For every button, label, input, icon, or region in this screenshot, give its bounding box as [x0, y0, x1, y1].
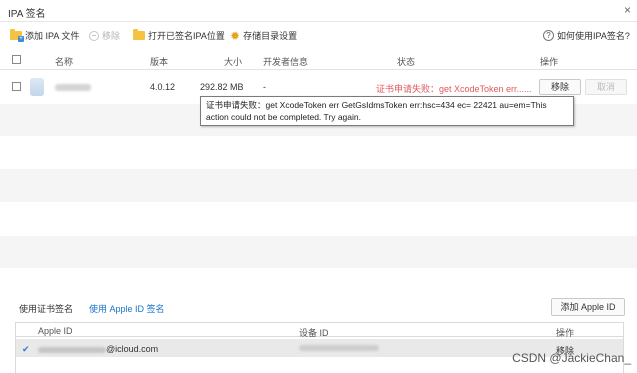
row-remove-button[interactable]: 移除: [539, 79, 581, 95]
header-size: 大小: [224, 57, 243, 67]
email-redacted: [38, 346, 106, 353]
window-title: IPA 签名: [8, 9, 46, 20]
folder-icon: [133, 29, 145, 40]
app-name-redacted: [55, 84, 91, 91]
header-device-id: 设备 ID: [299, 328, 329, 338]
help-label: 如何使用IPA签名?: [557, 31, 630, 41]
empty-row-stripe: [0, 236, 637, 268]
add-ipa-button[interactable]: + 添加 IPA 文件: [10, 29, 79, 42]
select-all-checkbox[interactable]: [12, 55, 21, 64]
row-developer: -: [263, 82, 266, 92]
help-icon: ?: [543, 30, 554, 41]
app-icon: [30, 78, 44, 96]
signing-mode-tabs: 使用证书签名 使用 Apple ID 签名: [0, 300, 637, 314]
header-version: 版本: [150, 57, 169, 67]
device-id-redacted: [299, 345, 379, 351]
header-name: 名称: [55, 57, 74, 67]
toolbar: + 添加 IPA 文件 移除 打开已签名IPA位置 ✹ 存储目录设置 ? 如何使…: [0, 26, 637, 46]
row-cancel-button[interactable]: 取消: [585, 79, 627, 95]
apple-id-table: Apple ID 设备 ID 操作 ✔ @icloud.com 移除: [15, 322, 624, 373]
header-developer: 开发者信息: [263, 57, 309, 67]
header-apple-id: Apple ID: [38, 326, 73, 336]
table-header: 名称 版本 大小 开发者信息 状态 操作: [0, 50, 637, 70]
watermark: CSDN @JackieChan_: [512, 351, 631, 365]
error-tooltip: 证书申请失败：get XcodeToken err GetGsIdmsToken…: [200, 96, 574, 126]
folder-add-icon: +: [10, 29, 24, 42]
add-ipa-label: 添加 IPA 文件: [25, 31, 80, 41]
tab-apple-id-sign[interactable]: 使用 Apple ID 签名: [89, 302, 165, 315]
empty-row-stripe: [0, 169, 637, 202]
remove-label: 移除: [102, 31, 121, 41]
gear-icon: ✹: [230, 28, 241, 43]
remove-icon: [89, 30, 99, 41]
header-action: 操作: [540, 57, 559, 67]
help-link[interactable]: ? 如何使用IPA签名?: [543, 29, 630, 42]
header-apple-action: 操作: [556, 328, 575, 338]
row-version: 4.0.12: [150, 82, 176, 92]
header-status: 状态: [397, 57, 416, 67]
title-bar: IPA 签名 ×: [0, 0, 637, 22]
open-signed-label: 打开已签名IPA位置: [148, 31, 225, 41]
email-suffix: @icloud.com: [106, 344, 159, 354]
close-icon[interactable]: ×: [624, 3, 631, 17]
selected-check-icon: ✔: [22, 344, 30, 354]
open-signed-folder-button[interactable]: 打开已签名IPA位置: [133, 29, 225, 42]
add-apple-id-button[interactable]: 添加 Apple ID: [551, 298, 625, 316]
apple-id-email: @icloud.com: [38, 344, 158, 354]
apple-id-table-header: Apple ID 设备 ID 操作: [16, 323, 623, 338]
row-size: 292.82 MB: [200, 82, 244, 92]
row-status: 证书申请失败：get XcodeToken err......: [376, 84, 532, 94]
storage-settings-button[interactable]: ✹ 存储目录设置: [230, 29, 297, 42]
remove-button[interactable]: 移除: [89, 29, 120, 42]
storage-settings-label: 存储目录设置: [243, 31, 298, 41]
tab-cert-sign[interactable]: 使用证书签名: [19, 302, 73, 315]
row-checkbox[interactable]: [12, 82, 21, 91]
